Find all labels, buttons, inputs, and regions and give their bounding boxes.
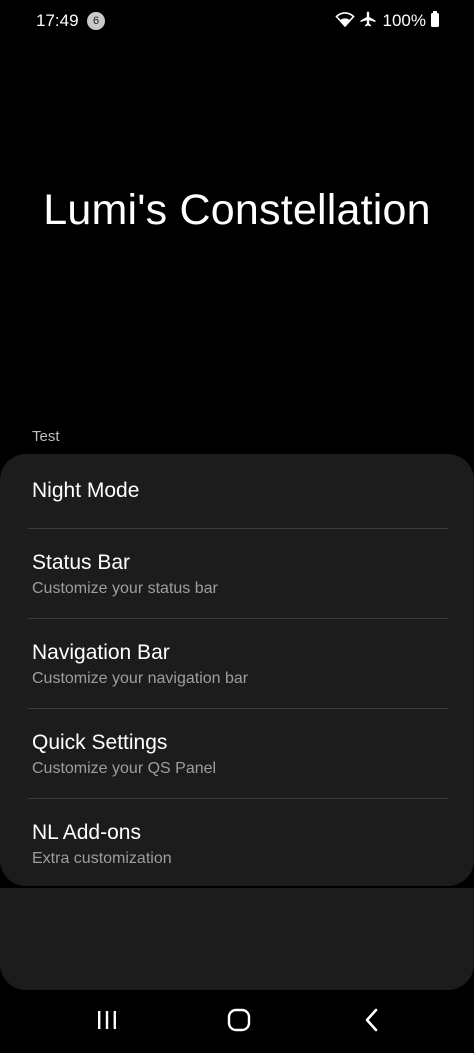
navigation-bar — [0, 992, 474, 1053]
item-subtitle: Customize your navigation bar — [32, 670, 249, 687]
item-subtitle: Customize your status bar — [32, 580, 218, 597]
settings-item-status-bar[interactable]: Status Bar Customize your status bar — [0, 529, 474, 618]
recents-icon — [95, 1009, 119, 1036]
item-title: Night Mode — [32, 479, 140, 502]
recents-button[interactable] — [83, 1000, 131, 1044]
status-time: 17:49 — [36, 11, 79, 30]
settings-item-night-mode[interactable]: Night Mode — [0, 454, 474, 528]
settings-card: Night Mode Status Bar Customize your sta… — [0, 454, 474, 886]
item-title: NL Add-ons — [32, 821, 141, 844]
battery-percentage: 100% — [382, 11, 426, 30]
section-header: Test — [32, 428, 60, 445]
settings-item-quick-settings[interactable]: Quick Settings Customize your QS Panel — [0, 709, 474, 798]
back-icon — [362, 1007, 382, 1038]
item-title: Quick Settings — [32, 731, 168, 754]
item-subtitle: Customize your QS Panel — [32, 760, 217, 777]
notification-count-badge: 6 — [87, 12, 105, 30]
status-indicators: 100% — [334, 10, 440, 33]
settings-item-navigation-bar[interactable]: Navigation Bar Customize your navigation… — [0, 619, 474, 708]
item-title: Navigation Bar — [32, 641, 170, 664]
wifi-icon — [334, 10, 355, 33]
page-title: Lumi's Constellation — [43, 186, 431, 234]
status-bar: 17:49 6 100% — [0, 0, 474, 42]
airplane-icon — [359, 10, 377, 33]
home-icon — [226, 1007, 252, 1038]
home-button[interactable] — [215, 1000, 263, 1044]
item-subtitle: Extra customization — [32, 850, 172, 867]
battery-icon — [430, 10, 440, 33]
back-button[interactable] — [348, 1000, 396, 1044]
bottom-panel — [0, 888, 474, 990]
item-title: Status Bar — [32, 551, 131, 574]
settings-item-nl-add-ons[interactable]: NL Add-ons Extra customization — [0, 799, 474, 886]
